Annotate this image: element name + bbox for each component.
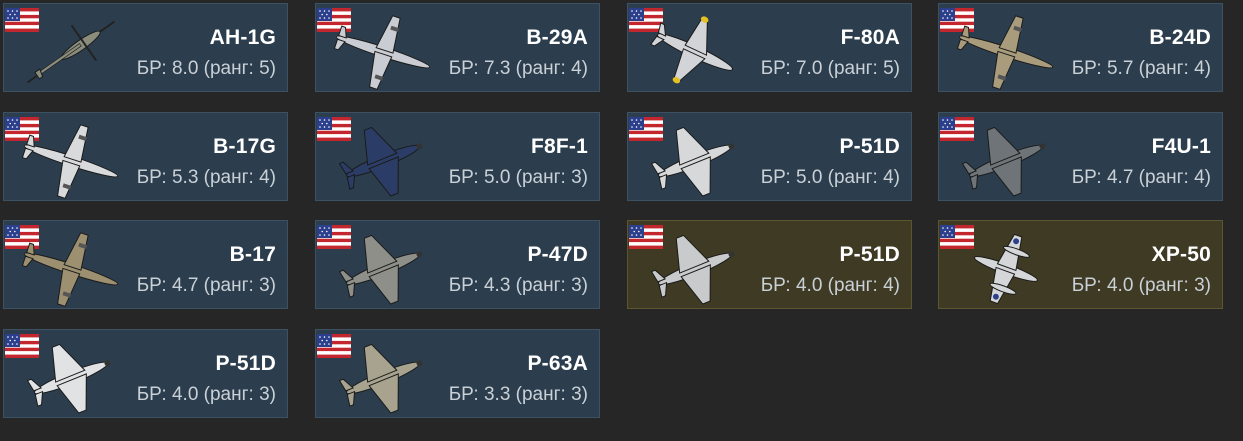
vehicle-card-p-51d[interactable]: P-51D БР: 5.0 (ранг: 4) (627, 112, 912, 201)
battle-rating: БР: 4.0 (ранг: 3) (136, 384, 276, 405)
vehicle-name: B-29A (526, 26, 588, 49)
vehicle-card-p-47d[interactable]: P-47D БР: 4.3 (ранг: 3) (315, 220, 600, 309)
vehicle-name: F8F-1 (530, 135, 588, 158)
vehicle-name: P-51D (215, 352, 276, 375)
vehicle-card-b-17g[interactable]: B-17G БР: 5.3 (ранг: 4) (3, 112, 288, 201)
vehicle-card-b-17[interactable]: B-17 БР: 4.7 (ранг: 3) (3, 220, 288, 309)
vehicle-name: F-80A (840, 26, 900, 49)
vehicle-card-f8f-1[interactable]: F8F-1 БР: 5.0 (ранг: 3) (315, 112, 600, 201)
vehicle-card-xp-50[interactable]: XP-50 БР: 4.0 (ранг: 3) (938, 220, 1223, 309)
aircraft-icon (961, 126, 1046, 197)
aircraft-icon (21, 232, 119, 307)
aircraft-icon (338, 126, 423, 197)
battle-rating: БР: 5.3 (ранг: 4) (136, 167, 276, 188)
vehicle-name: P-47D (527, 243, 588, 266)
battle-rating: БР: 3.3 (ранг: 3) (448, 384, 588, 405)
vehicle-name: P-51D (839, 135, 900, 158)
vehicle-name: F4U-1 (1151, 135, 1211, 158)
aircraft-icon (338, 343, 423, 414)
aircraft-icon (650, 16, 734, 84)
vehicle-name: B-17 (229, 243, 276, 266)
battle-rating: БР: 5.0 (ранг: 4) (760, 167, 900, 188)
aircraft-icon (21, 124, 119, 199)
aircraft-icon (650, 126, 735, 197)
aircraft-icon (26, 20, 116, 84)
aircraft-icon (26, 343, 111, 414)
vehicle-card-ah-1g[interactable]: AH-1G БР: 8.0 (ранг: 5) (3, 3, 288, 92)
battle-rating: БР: 7.0 (ранг: 5) (760, 58, 900, 79)
aircraft-icon (333, 15, 431, 90)
vehicle-card-b-29a[interactable]: B-29A БР: 7.3 (ранг: 4) (315, 3, 600, 92)
vehicle-card-f-80a[interactable]: F-80A БР: 7.0 (ранг: 5) (627, 3, 912, 92)
vehicle-name: B-24D (1149, 26, 1211, 49)
vehicle-card-b-24d[interactable]: B-24D БР: 5.7 (ранг: 4) (938, 3, 1223, 92)
vehicle-name: AH-1G (209, 26, 276, 49)
vehicle-name: P-63A (527, 352, 588, 375)
battle-rating: БР: 4.0 (ранг: 4) (760, 275, 900, 296)
vehicle-card-p-51d[interactable]: P-51D БР: 4.0 (ранг: 4) (627, 220, 912, 309)
vehicle-name: XP-50 (1151, 243, 1211, 266)
vehicle-grid: AH-1G БР: 8.0 (ранг: 5) B-29A БР: 7.3 (р… (0, 0, 1243, 441)
battle-rating: БР: 4.3 (ранг: 3) (448, 275, 588, 296)
battle-rating: БР: 8.0 (ранг: 5) (136, 58, 276, 79)
battle-rating: БР: 5.0 (ранг: 3) (448, 167, 588, 188)
battle-rating: БР: 7.3 (ранг: 4) (448, 58, 588, 79)
aircraft-icon (650, 234, 735, 305)
aircraft-icon (956, 15, 1054, 90)
battle-rating: БР: 5.7 (ранг: 4) (1071, 58, 1211, 79)
aircraft-icon (974, 233, 1038, 305)
battle-rating: БР: 4.0 (ранг: 3) (1071, 275, 1211, 296)
battle-rating: БР: 4.7 (ранг: 4) (1071, 167, 1211, 188)
vehicle-name: B-17G (213, 135, 276, 158)
battle-rating: БР: 4.7 (ранг: 3) (136, 275, 276, 296)
vehicle-card-p-63a[interactable]: P-63A БР: 3.3 (ранг: 3) (315, 329, 600, 418)
vehicle-card-p-51d[interactable]: P-51D БР: 4.0 (ранг: 3) (3, 329, 288, 418)
vehicle-card-f4u-1[interactable]: F4U-1 БР: 4.7 (ранг: 4) (938, 112, 1223, 201)
aircraft-icon (338, 234, 423, 305)
vehicle-name: P-51D (839, 243, 900, 266)
